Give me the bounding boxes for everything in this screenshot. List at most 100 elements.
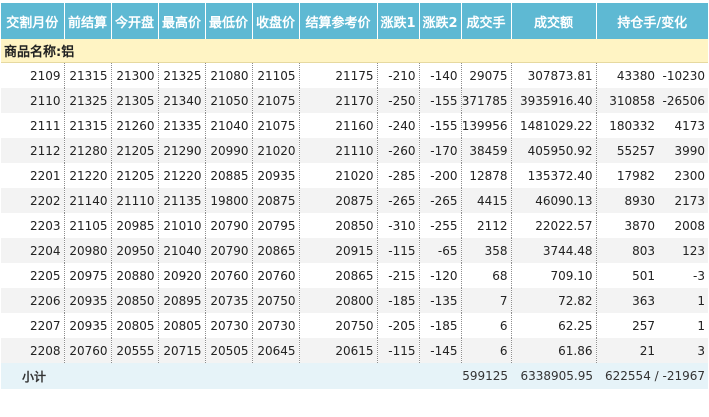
table-row: 2203 21105 20985 21010 20790 20795 20850 -310 -2… [1, 213, 708, 238]
cell-high: 21340 [158, 88, 206, 113]
cell-change1: -115 [377, 238, 420, 263]
cell-open: 21305 [111, 88, 159, 113]
table-row: 2208 20760 20555 20715 20505 20645 20615 -115 -1… [1, 338, 708, 363]
open-interest-change: 2173 [674, 193, 705, 208]
cell-delivery-month: 2206 [1, 288, 65, 313]
cell-turnover: 405950.92 [511, 138, 597, 163]
open-interest-value: 803 [632, 243, 655, 258]
cell-close: 21105 [252, 62, 300, 88]
cell-turnover: 1481029.22 [511, 113, 597, 138]
cell-turnover: 3935916.40 [511, 88, 597, 113]
cell-delivery-month: 2112 [1, 138, 65, 163]
cell-delivery-month: 2109 [1, 62, 65, 88]
category-row: 商品名称:铝 [1, 39, 708, 63]
cell-settle-ref: 20750 [299, 313, 378, 338]
cell-change1: -215 [377, 263, 420, 288]
cell-close: 21075 [252, 113, 300, 138]
cell-low: 20760 [205, 263, 253, 288]
cell-change2: -155 [419, 88, 462, 113]
cell-low: 20990 [205, 138, 253, 163]
cell-high: 21010 [158, 213, 206, 238]
cell-turnover: 3744.48 [511, 238, 597, 263]
cell-open-interest: 257 1 [596, 313, 708, 338]
header-low: 最低价 [205, 3, 253, 39]
cell-high: 21220 [158, 163, 206, 188]
cell-change2: -145 [419, 338, 462, 363]
cell-open-interest: 310858 -26506 [596, 88, 708, 113]
cell-close: 20760 [252, 263, 300, 288]
cell-high: 20715 [158, 338, 206, 363]
cell-delivery-month: 2201 [1, 163, 65, 188]
cell-delivery-month: 2204 [1, 238, 65, 263]
cell-turnover: 307873.81 [511, 62, 597, 88]
open-interest-change: -10230 [662, 68, 705, 83]
cell-close: 20645 [252, 338, 300, 363]
summary-turnover: 6338905.95 [511, 363, 596, 389]
cell-change2: -265 [419, 188, 462, 213]
cell-open: 20985 [111, 213, 159, 238]
open-interest-value: 43380 [616, 68, 655, 83]
header-change1: 涨跌1 [377, 3, 420, 39]
cell-high: 21135 [158, 188, 206, 213]
table-row: 2202 21140 21110 21135 19800 20875 20875 -265 -2… [1, 188, 708, 213]
header-volume: 成交手 [461, 3, 512, 39]
cell-prev-settle: 21315 [64, 113, 112, 138]
header-high: 最高价 [158, 3, 206, 39]
cell-open-interest: 803 123 [596, 238, 708, 263]
cell-settle-ref: 20850 [299, 213, 378, 238]
summary-empty-cell [64, 363, 111, 389]
cell-close: 20795 [252, 213, 300, 238]
cell-close: 20875 [252, 188, 300, 213]
cell-turnover: 61.86 [511, 338, 597, 363]
cell-low: 20790 [205, 238, 253, 263]
open-interest-change: 2008 [674, 218, 705, 233]
cell-volume: 38459 [461, 138, 512, 163]
cell-volume: 6 [461, 313, 512, 338]
cell-open: 21205 [111, 163, 159, 188]
cell-settle-ref: 20615 [299, 338, 378, 363]
cell-open: 20850 [111, 288, 159, 313]
header-prev-settle: 前结算 [64, 3, 112, 39]
cell-high: 20920 [158, 263, 206, 288]
cell-settle-ref: 20800 [299, 288, 378, 313]
cell-low: 20505 [205, 338, 253, 363]
open-interest-value: 17982 [616, 168, 655, 183]
cell-high: 20895 [158, 288, 206, 313]
cell-change2: -255 [419, 213, 462, 238]
summary-empty-cell [205, 363, 252, 389]
open-interest-value: 8930 [624, 193, 655, 208]
open-interest-change: 4173 [674, 118, 705, 133]
cell-prev-settle: 20980 [64, 238, 112, 263]
cell-prev-settle: 21105 [64, 213, 112, 238]
cell-open-interest: 501 -3 [596, 263, 708, 288]
table-row: 2206 20935 20850 20895 20735 20750 20800 -185 -1… [1, 288, 708, 313]
cell-delivery-month: 2111 [1, 113, 65, 138]
cell-close: 21020 [252, 138, 300, 163]
cell-turnover: 72.82 [511, 288, 597, 313]
cell-close: 20750 [252, 288, 300, 313]
cell-change1: -260 [377, 138, 420, 163]
table-row: 2112 21280 21205 21290 20990 21020 21110 -260 -1… [1, 138, 708, 163]
header-close: 收盘价 [252, 3, 300, 39]
cell-high: 20805 [158, 313, 206, 338]
cell-change1: -205 [377, 313, 420, 338]
header-turnover: 成交额 [511, 3, 597, 39]
cell-high: 21040 [158, 238, 206, 263]
cell-turnover: 22022.57 [511, 213, 597, 238]
cell-turnover: 135372.40 [511, 163, 597, 188]
table-row: 2205 20975 20880 20920 20760 20760 20865 -215 -1… [1, 263, 708, 288]
cell-low: 21050 [205, 88, 253, 113]
summary-open-interest: 622554 / -21967 [596, 363, 708, 389]
cell-low: 21040 [205, 113, 253, 138]
cell-turnover: 62.25 [511, 313, 597, 338]
cell-settle-ref: 20915 [299, 238, 378, 263]
open-interest-change: -26506 [662, 93, 705, 108]
cell-volume: 29075 [461, 62, 512, 88]
summary-empty-cell [252, 363, 299, 389]
cell-delivery-month: 2202 [1, 188, 65, 213]
cell-open: 20950 [111, 238, 159, 263]
cell-volume: 68 [461, 263, 512, 288]
cell-volume: 371785 [461, 88, 512, 113]
cell-low: 20790 [205, 213, 253, 238]
table-row: 2201 21220 21205 21220 20885 20935 21020 -285 -2… [1, 163, 708, 188]
